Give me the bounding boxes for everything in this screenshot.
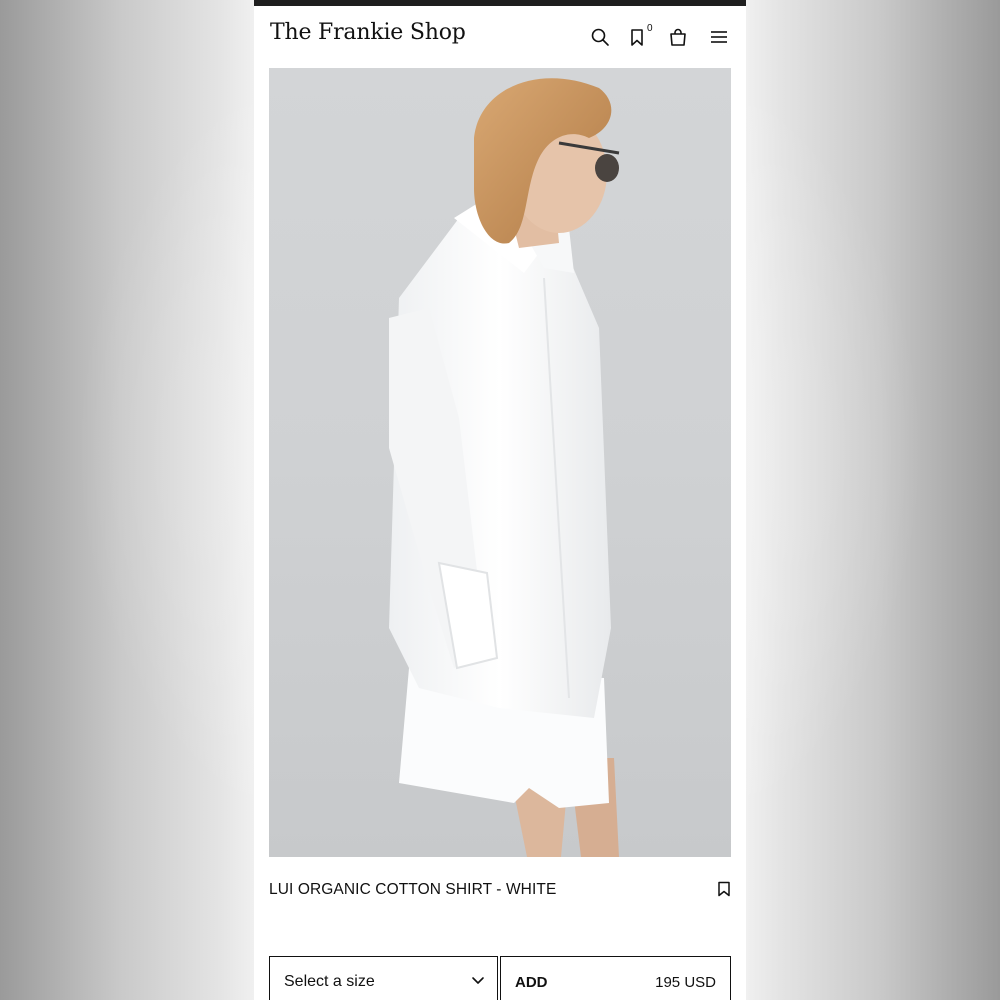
mobile-page: The Frankie Shop 0 LUI ORGANIC COTTON SH… bbox=[254, 0, 746, 1000]
chevron-down-icon bbox=[471, 976, 485, 986]
size-select-value: Select a size bbox=[284, 973, 375, 990]
site-logo[interactable]: The Frankie Shop bbox=[270, 20, 466, 45]
product-image[interactable] bbox=[269, 68, 731, 857]
site-header: The Frankie Shop 0 bbox=[254, 6, 746, 66]
search-icon[interactable] bbox=[589, 26, 611, 48]
bookmark-icon[interactable] bbox=[626, 26, 648, 48]
wishlist-count: 0 bbox=[647, 23, 653, 34]
purchase-actions: Select a size ADD 195 USD bbox=[269, 956, 731, 1000]
add-button-label: ADD bbox=[515, 974, 548, 991]
wishlist-bookmark-icon[interactable] bbox=[717, 881, 731, 897]
shopping-bag-icon[interactable] bbox=[667, 26, 689, 48]
product-title-row: LUI ORGANIC COTTON SHIRT - WHITE bbox=[269, 878, 731, 902]
add-to-cart-button[interactable]: ADD 195 USD bbox=[500, 956, 731, 1000]
product-title: LUI ORGANIC COTTON SHIRT - WHITE bbox=[269, 881, 557, 898]
menu-icon[interactable] bbox=[708, 26, 730, 48]
size-select[interactable]: Select a size bbox=[269, 956, 498, 1000]
product-price: 195 USD bbox=[655, 974, 716, 991]
